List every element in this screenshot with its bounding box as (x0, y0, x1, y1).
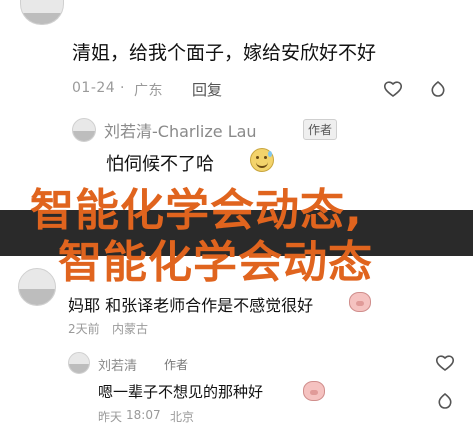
reply-date: 昨天 (98, 410, 123, 424)
reply-button[interactable]: 回复 (192, 79, 222, 100)
reply-text: 嗯一辈子不想见的那种好 (98, 383, 264, 401)
overlay-text-line2: 智能化学会动态 (58, 237, 373, 288)
reply-author-name[interactable]: 刘若清 (98, 355, 137, 374)
avatar[interactable] (72, 118, 96, 142)
heart-icon[interactable] (384, 81, 402, 97)
avatar[interactable] (18, 268, 56, 306)
comment-text: 清姐，给我个面子，嫁给安欣好不好 (72, 42, 377, 64)
dislike-icon[interactable] (430, 80, 446, 98)
reply-text: 怕伺候不了哈 (106, 154, 214, 175)
avatar[interactable] (68, 352, 90, 374)
dislike-icon[interactable] (437, 392, 453, 410)
comment-date: 01-24 (72, 80, 116, 96)
pig-emoji (303, 381, 325, 401)
reply-time: 18:07 (126, 408, 161, 422)
avatar[interactable] (20, 0, 64, 25)
sweat-smile-emoji (250, 148, 274, 172)
author-badge: 作者 (164, 358, 189, 372)
comment-location: 内蒙古 (112, 322, 149, 336)
heart-icon[interactable] (436, 355, 454, 371)
comment-text: 妈耶 和张译老师合作是不感觉很好 (68, 296, 314, 315)
reply-location: 北京 (170, 410, 195, 424)
author-badge: 作者 (303, 119, 338, 140)
comment-date: 2天前 (68, 322, 100, 336)
pig-emoji (349, 292, 371, 312)
reply-author-name[interactable]: 刘若清-Charlize Lau (104, 118, 257, 142)
comment-location: 广东 (134, 83, 163, 99)
dot-separator: · (120, 80, 125, 96)
